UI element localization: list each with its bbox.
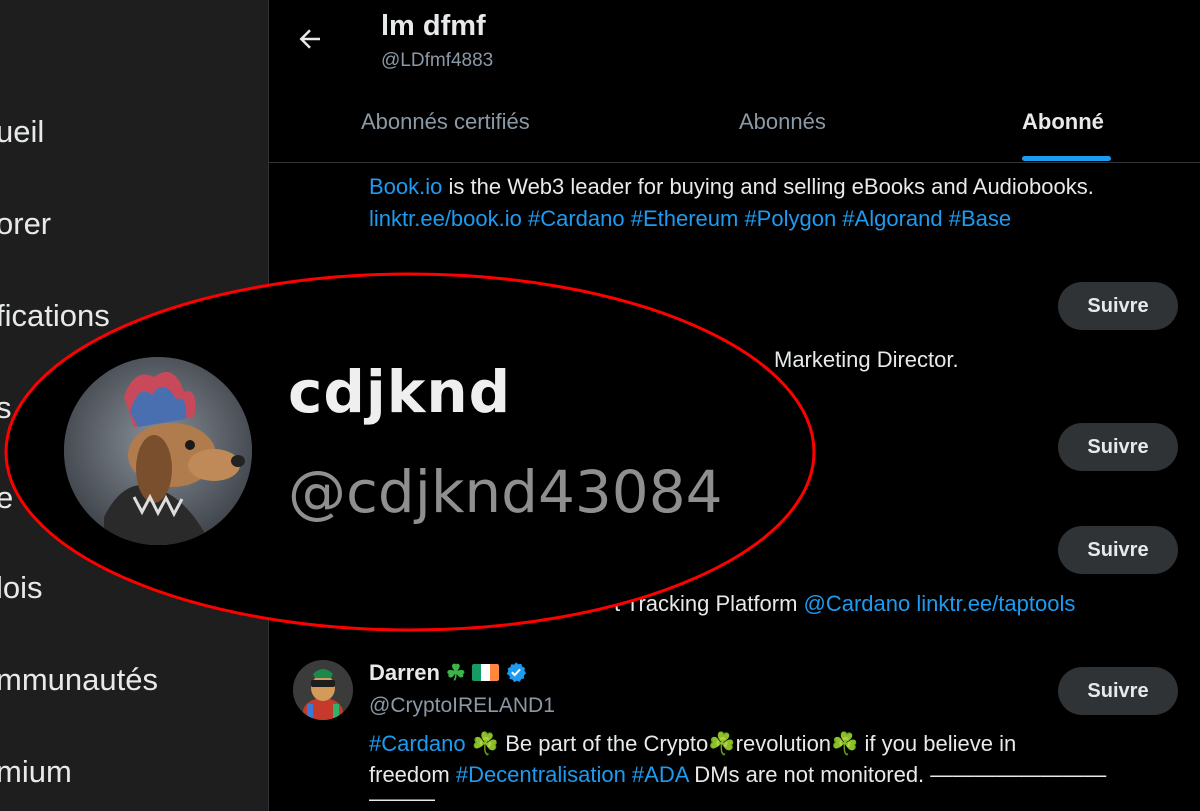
follow-button[interactable]: Suivre: [1058, 282, 1178, 330]
sidebar-item-communautes[interactable]: mmunautés: [0, 662, 158, 698]
hashtag-link[interactable]: #Cardano: [369, 731, 466, 756]
sidebar-item-premium[interactable]: mium: [0, 754, 72, 790]
page-handle: @LDfmf4883: [381, 50, 494, 71]
active-tab-indicator: [1022, 156, 1111, 161]
zoom-user-handle: @cdjknd43084: [288, 458, 723, 526]
bio-text: ☘️ Be part of the Crypto☘️revolution☘️ i…: [465, 731, 1017, 756]
sidebar-item-notifications[interactable]: fications: [0, 298, 110, 334]
bio-text: ———: [369, 786, 435, 811]
tab-abonnes[interactable]: Abonnés: [739, 109, 826, 135]
follow-button[interactable]: Suivre: [1058, 423, 1178, 471]
user-handle: @CryptoIRELAND1: [369, 694, 555, 717]
user-bio-line: freedom #Decentralisation #ADA DMs are n…: [369, 762, 1106, 788]
sidebar-item-grok[interactable]: e: [0, 480, 13, 516]
page-title: lm dfmf: [381, 10, 486, 42]
bio-text: freedom: [369, 762, 456, 787]
sidebar-item-emplois[interactable]: lois: [0, 570, 43, 606]
sidebar-item-messages[interactable]: s: [0, 390, 12, 426]
avatar: [64, 357, 252, 545]
sidebar-item-explorer[interactable]: orer: [0, 206, 51, 242]
bio-text: is the Web3 leader for buying and sellin…: [442, 174, 1094, 199]
bio-text: Marketing Director.: [774, 347, 959, 372]
follow-button[interactable]: Suivre: [1058, 526, 1178, 574]
follow-button[interactable]: Suivre: [1058, 667, 1178, 715]
avatar[interactable]: [293, 660, 353, 720]
hashtag-link[interactable]: #Decentralisation #ADA: [456, 762, 688, 787]
bio-text: DMs are not monitored. ————————: [688, 762, 1107, 787]
back-arrow-icon[interactable]: [295, 24, 325, 54]
bio-links[interactable]: linktr.ee/book.io #Cardano #Ethereum #Po…: [369, 206, 1011, 232]
user-name[interactable]: Darren ☘: [369, 660, 527, 686]
shamrock-icon: ☘: [446, 660, 466, 685]
verified-badge-icon: [506, 662, 527, 683]
sidebar-item-accueil[interactable]: ueil: [0, 114, 44, 150]
bio-link[interactable]: Book.io: [369, 174, 442, 199]
bio-links[interactable]: @Cardano linktr.ee/taptools: [804, 591, 1076, 616]
bio-text: t Tracking Platform: [614, 591, 804, 616]
zoom-user-name: cdjknd: [288, 358, 512, 426]
user-bio-line: #Cardano ☘️ Be part of the Crypto☘️revol…: [369, 731, 1016, 757]
tab-abonne[interactable]: Abonné: [1022, 109, 1104, 135]
list-item-bio: Book.io is the Web3 leader for buying an…: [369, 174, 1094, 200]
tab-abonnes-certifies[interactable]: Abonnés certifiés: [361, 109, 530, 135]
list-item-bio: t Tracking Platform @Cardano linktr.ee/t…: [614, 591, 1075, 617]
profile-header: lm dfmf @LDfmf4883 Abonnés certifiés Abo…: [269, 0, 1200, 163]
ireland-flag-icon: [471, 664, 499, 681]
